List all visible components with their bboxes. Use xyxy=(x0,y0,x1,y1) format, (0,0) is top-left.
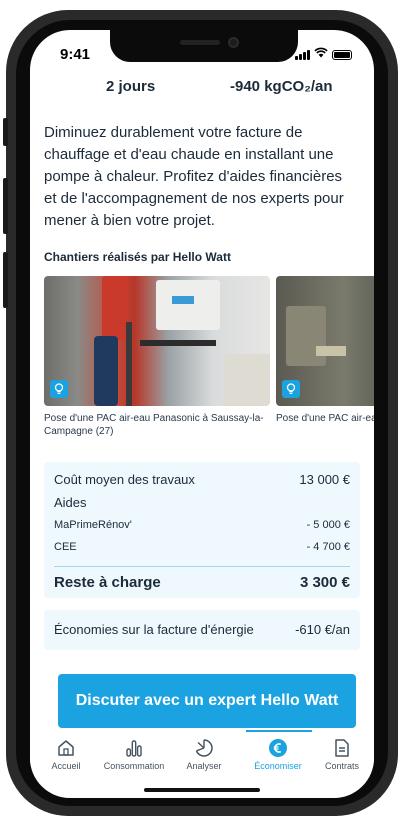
pie-chart-icon xyxy=(170,730,238,758)
projects-carousel[interactable]: Pose d'une PAC air-eau Panasonic à Sauss… xyxy=(44,276,374,446)
cee-value: - 4 700 € xyxy=(306,541,350,553)
tab-contrats[interactable]: Contrats xyxy=(308,730,374,778)
remaining-cost-label: Reste à charge xyxy=(54,574,161,591)
project-photo xyxy=(44,276,270,406)
tab-accueil[interactable]: Accueil xyxy=(32,730,100,778)
projects-section-title: Chantiers réalisés par Hello Watt xyxy=(44,250,231,264)
cee-label: CEE xyxy=(54,541,77,553)
cost-summary: Coût moyen des travaux 13 000 € Aides Ma… xyxy=(44,462,360,598)
front-camera xyxy=(228,37,239,48)
average-cost-value: 13 000 € xyxy=(299,472,350,487)
cee-row: CEE - 4 700 € xyxy=(54,541,350,553)
home-icon xyxy=(32,730,100,758)
maprimerenov-value: - 5 000 € xyxy=(306,519,350,531)
volume-up-button xyxy=(3,178,8,234)
volume-down-button xyxy=(3,252,8,308)
notch xyxy=(110,30,298,62)
stats-row: 2 jours -940 kgCO₂/an xyxy=(30,78,374,104)
signal-icon xyxy=(295,50,310,60)
tab-analyser[interactable]: Analyser xyxy=(170,730,238,778)
cost-divider xyxy=(54,566,350,567)
average-cost-label: Coût moyen des travaux xyxy=(54,472,195,487)
remaining-cost-row: Reste à charge 3 300 € xyxy=(54,574,350,591)
average-cost-row: Coût moyen des travaux 13 000 € xyxy=(54,472,350,487)
savings-label: Économies sur la facture d'énergie xyxy=(54,622,254,637)
savings-value: -610 €/an xyxy=(295,622,350,637)
tab-label: Analyser xyxy=(186,761,222,771)
home-indicator xyxy=(144,788,260,792)
project-photo xyxy=(276,276,374,406)
tab-economiser[interactable]: Économiser xyxy=(244,730,312,778)
document-icon xyxy=(308,730,374,758)
lightbulb-icon xyxy=(282,380,300,398)
bar-chart-icon xyxy=(100,730,168,758)
tab-label: Contrats xyxy=(324,761,359,771)
remaining-cost-value: 3 300 € xyxy=(299,574,350,591)
app-screen: 9:41 2 jours -940 kgCO₂/an Diminuez dura… xyxy=(30,30,374,798)
aids-row: Aides xyxy=(54,495,350,510)
energy-savings: Économies sur la facture d'énergie -610 … xyxy=(44,610,360,650)
contact-expert-button[interactable]: Discuter avec un expert Hello Watt xyxy=(58,674,356,728)
project-caption: Pose d'une PAC air-eau Fontaines-Saint-M… xyxy=(276,413,374,424)
project-caption: Pose d'une PAC air-eau Panasonic à Sauss… xyxy=(44,413,264,437)
lightbulb-icon xyxy=(50,380,68,398)
wifi-icon xyxy=(314,47,328,60)
aids-label: Aides xyxy=(54,495,87,510)
bottom-tab-bar: Accueil Consommation Analyser Économiser xyxy=(30,730,374,778)
project-card[interactable]: Pose d'une PAC air-eau Panasonic à Sauss… xyxy=(44,276,270,438)
maprimerenov-row: MaPrimeRénov' - 5 000 € xyxy=(54,519,350,531)
tab-label: Économiser xyxy=(254,761,302,771)
mute-switch xyxy=(3,118,8,146)
maprimerenov-label: MaPrimeRénov' xyxy=(54,519,132,531)
co2-stat: -940 kgCO₂/an xyxy=(230,78,333,95)
tab-label: Consommation xyxy=(103,761,165,771)
speaker-grille xyxy=(180,40,220,45)
tab-consommation[interactable]: Consommation xyxy=(100,730,168,778)
euro-icon xyxy=(244,730,312,758)
tab-label: Accueil xyxy=(51,761,81,771)
battery-icon xyxy=(332,50,352,60)
status-icons xyxy=(295,47,352,60)
project-description: Diminuez durablement votre facture de ch… xyxy=(44,124,344,229)
duration-stat: 2 jours xyxy=(106,78,156,95)
project-card[interactable]: Pose d'une PAC air-eau Fontaines-Saint-M… xyxy=(276,276,374,425)
status-time: 9:41 xyxy=(60,46,91,63)
